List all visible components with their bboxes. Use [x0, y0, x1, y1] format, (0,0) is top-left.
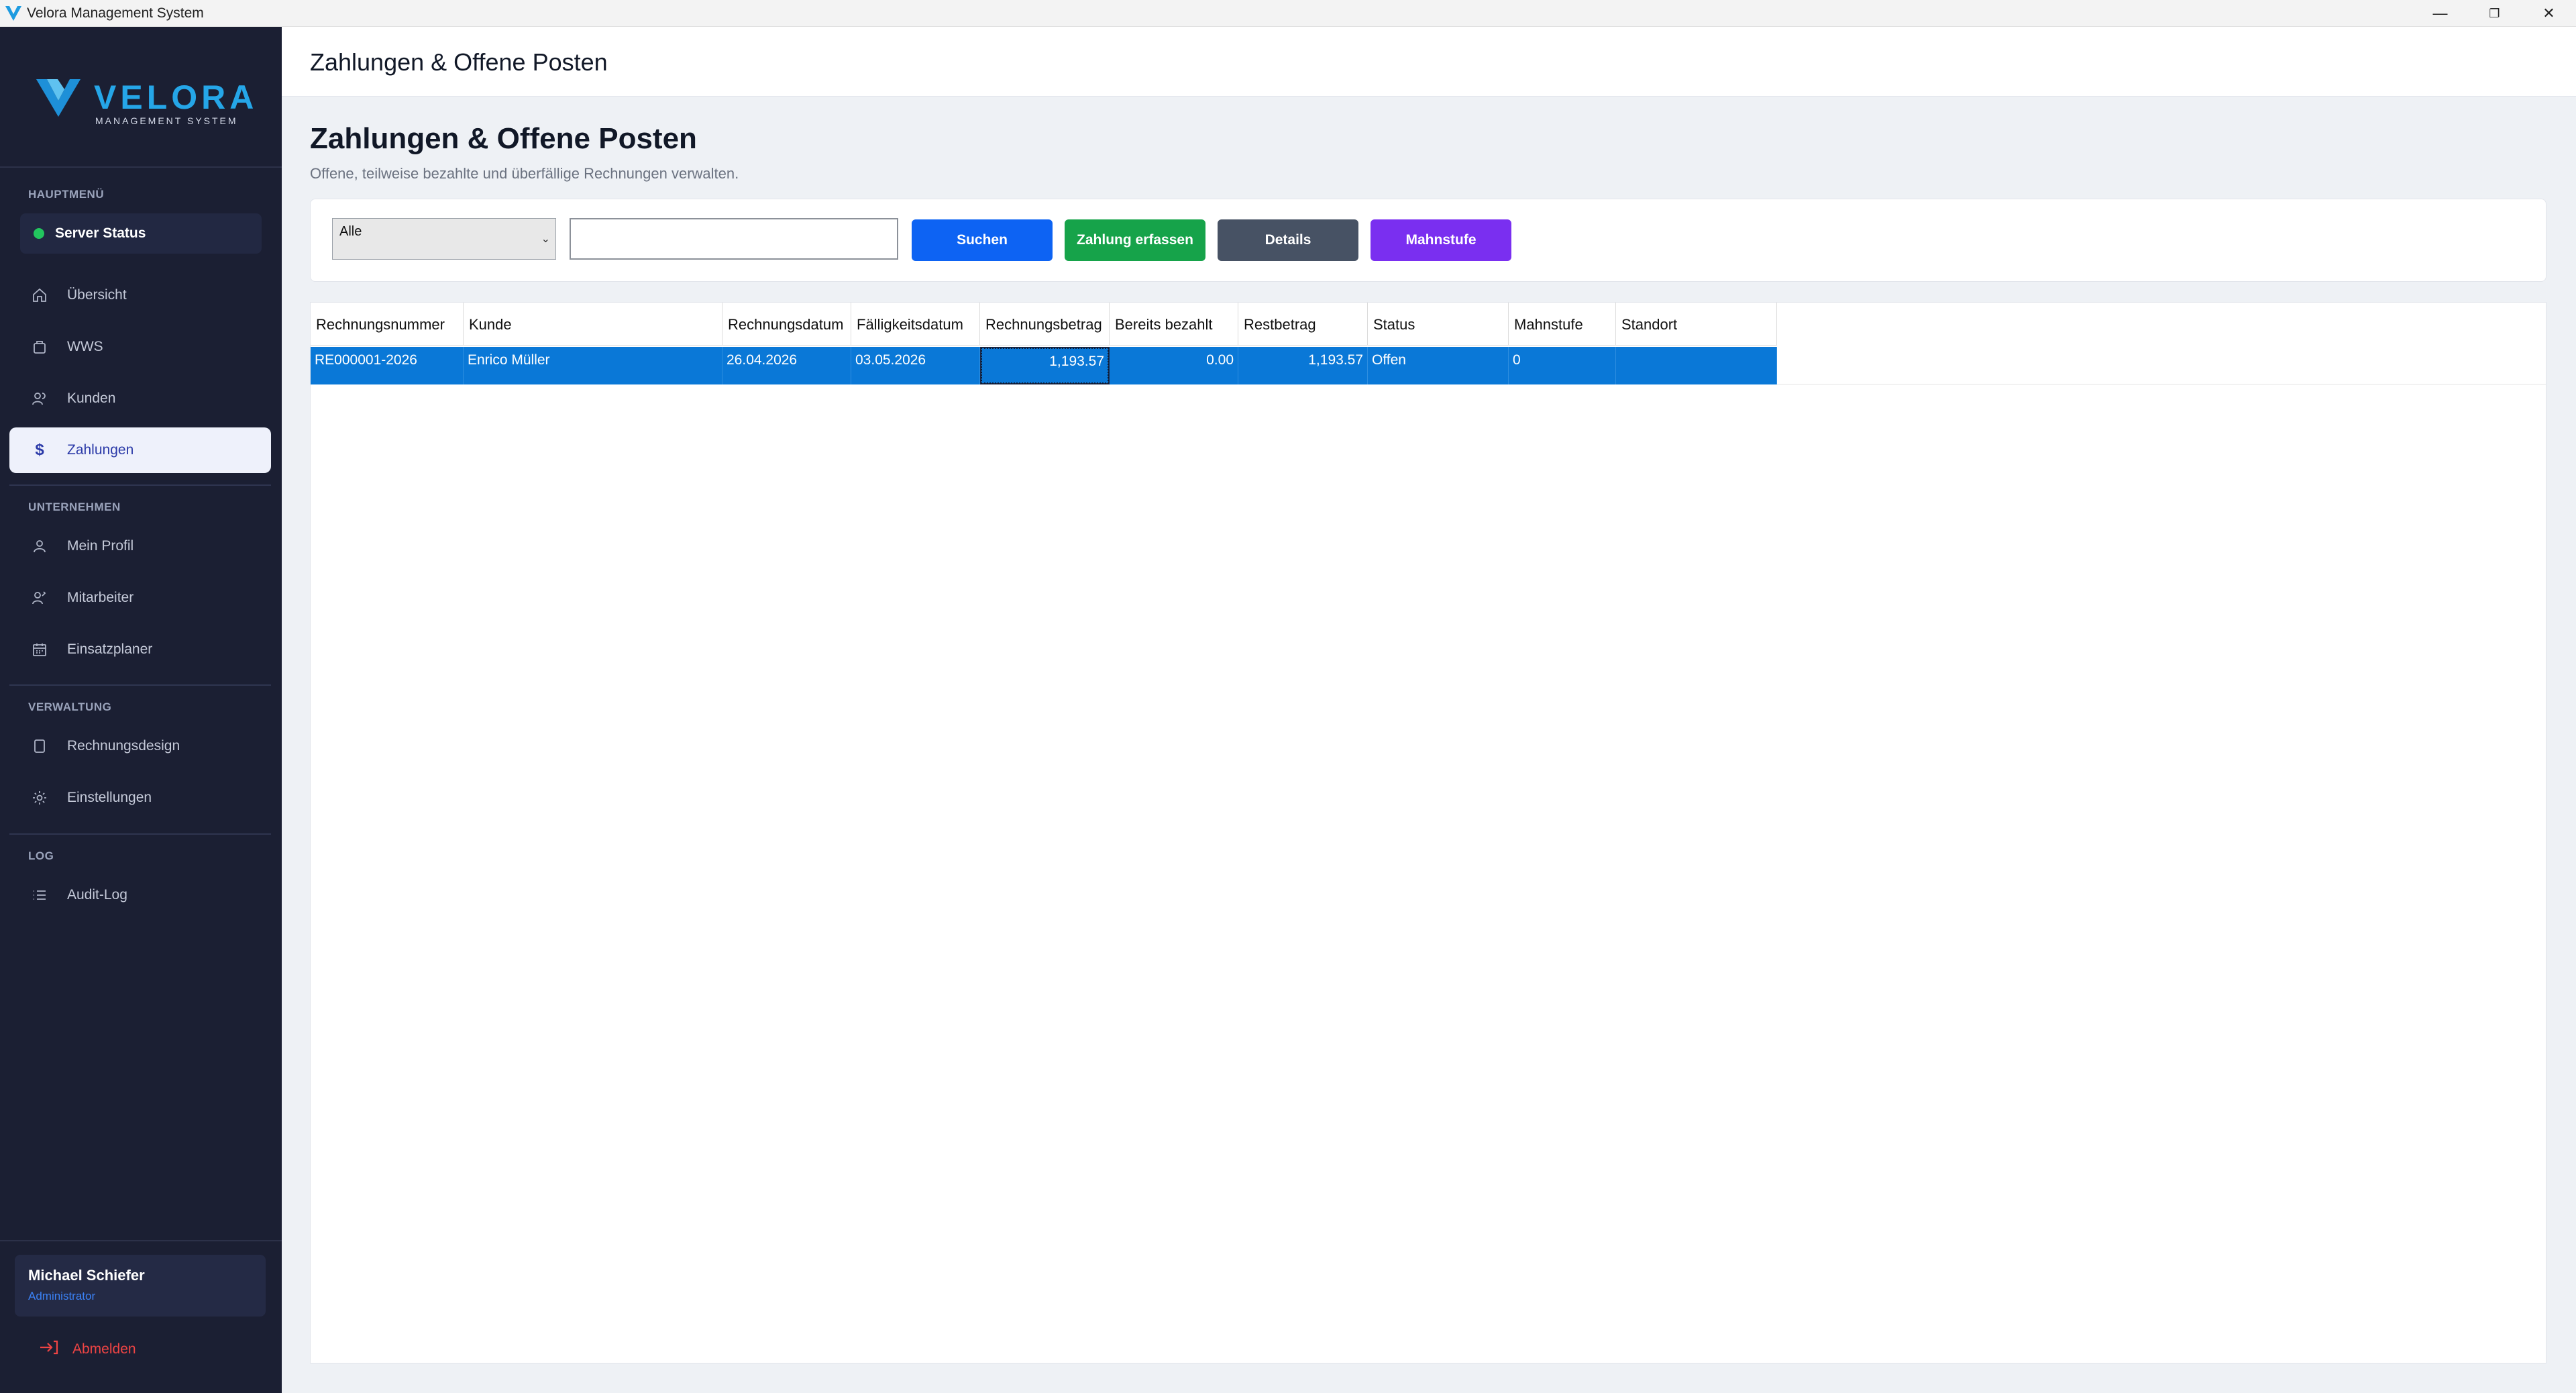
column-header-invoice-date[interactable]: Rechnungsdatum	[722, 303, 851, 346]
calendar-icon	[30, 639, 50, 660]
list-icon	[30, 885, 50, 905]
cell-status[interactable]: Offen	[1368, 347, 1509, 384]
dunning-level-button[interactable]: Mahnstufe	[1371, 219, 1511, 261]
sidebar-item-label: Übersicht	[67, 287, 127, 303]
sidebar-divider	[9, 684, 271, 686]
user-icon	[30, 536, 50, 556]
page-title: Zahlungen & Offene Posten	[310, 122, 697, 155]
sidebar-divider	[0, 1240, 282, 1241]
section-label-admin: VERWALTUNG	[28, 701, 112, 713]
section-label-log: LOG	[28, 849, 54, 862]
table-row[interactable]: RE000001-2026 Enrico Müller 26.04.2026 0…	[311, 347, 2546, 384]
column-header-status[interactable]: Status	[1368, 303, 1509, 346]
sidebar-item-label: Mein Profil	[67, 538, 134, 554]
sidebar-item-label: Kunden	[67, 391, 116, 406]
sidebar-item-wws[interactable]: WWS	[9, 324, 271, 370]
brand-name: VELORA	[94, 79, 258, 116]
logout-icon	[39, 1339, 59, 1359]
logout-button[interactable]: Abmelden	[39, 1339, 136, 1359]
sidebar-item-label: Einsatzplaner	[67, 641, 153, 657]
column-header-invoice-number[interactable]: Rechnungsnummer	[311, 303, 464, 346]
dollar-icon: $	[35, 441, 44, 459]
restore-button[interactable]: ❐	[2467, 0, 2522, 27]
brand-tagline: MANAGEMENT SYSTEM	[95, 115, 238, 126]
user-name: Michael Schiefer	[28, 1267, 145, 1284]
cell-invoice-number[interactable]: RE000001-2026	[311, 347, 464, 384]
sidebar-item-label: Audit-Log	[67, 887, 127, 902]
sidebar-item-label: Zahlungen	[67, 442, 134, 458]
sidebar-item-settings[interactable]: Einstellungen	[9, 775, 271, 821]
minimize-button[interactable]: —	[2413, 0, 2467, 27]
section-label-main: HAUPTMENÜ	[28, 188, 105, 201]
cell-paid[interactable]: 0.00	[1110, 347, 1238, 384]
users-icon	[30, 389, 50, 409]
user-card[interactable]: Michael Schiefer Administrator	[15, 1255, 266, 1317]
main-header: Zahlungen & Offene Posten	[282, 27, 2576, 97]
grid-header-row: Rechnungsnummer Kunde Rechnungsdatum Fäl…	[311, 303, 1777, 346]
sidebar-item-label: Rechnungsdesign	[67, 738, 180, 754]
server-status[interactable]: Server Status	[20, 213, 262, 254]
column-header-due-date[interactable]: Fälligkeitsdatum	[851, 303, 980, 346]
cell-customer[interactable]: Enrico Müller	[464, 347, 722, 384]
cell-invoice-amount[interactable]: 1,193.57	[980, 347, 1110, 384]
sidebar-item-profile[interactable]: Mein Profil	[9, 523, 271, 569]
sidebar-divider	[9, 484, 271, 486]
server-status-label: Server Status	[55, 225, 146, 241]
column-header-remaining[interactable]: Restbetrag	[1238, 303, 1368, 346]
details-button[interactable]: Details	[1218, 219, 1358, 261]
status-filter-select[interactable]: Alle ⌄	[332, 218, 556, 260]
bag-icon	[30, 337, 50, 357]
column-header-location[interactable]: Standort	[1616, 303, 1777, 346]
status-online-icon	[34, 228, 44, 239]
page-subtitle: Offene, teilweise bezahlte und überfälli…	[310, 165, 739, 182]
column-header-paid[interactable]: Bereits bezahlt	[1110, 303, 1238, 346]
invoice-grid: Rechnungsnummer Kunde Rechnungsdatum Fäl…	[310, 302, 2546, 1363]
velora-logo-icon	[36, 79, 80, 117]
header-title: Zahlungen & Offene Posten	[310, 48, 608, 76]
sidebar-item-invoice-design[interactable]: Rechnungsdesign	[9, 723, 271, 769]
filter-toolbar: Alle ⌄ Suchen Zahlung erfassen Details M…	[310, 199, 2546, 282]
sidebar-item-employees[interactable]: Mitarbeiter	[9, 575, 271, 621]
chevron-down-icon: ⌄	[541, 234, 550, 245]
cell-location[interactable]	[1616, 347, 1777, 384]
column-header-customer[interactable]: Kunde	[464, 303, 722, 346]
sidebar-item-scheduler[interactable]: Einsatzplaner	[9, 627, 271, 672]
home-icon	[30, 285, 50, 305]
row-filler	[1777, 347, 2546, 384]
search-input[interactable]	[570, 218, 898, 260]
sidebar: VELORA MANAGEMENT SYSTEM HAUPTMENÜ Serve…	[0, 27, 282, 1393]
window-titlebar: Velora Management System — ❐ ✕	[0, 0, 2576, 27]
document-icon	[30, 736, 50, 756]
cell-invoice-date[interactable]: 26.04.2026	[722, 347, 851, 384]
sidebar-item-label: Einstellungen	[67, 790, 152, 805]
sidebar-item-payments[interactable]: $ Zahlungen	[9, 427, 271, 473]
record-payment-button[interactable]: Zahlung erfassen	[1065, 219, 1205, 261]
app-logo-icon	[0, 0, 27, 27]
column-header-dunning-level[interactable]: Mahnstufe	[1509, 303, 1616, 346]
logout-label: Abmelden	[72, 1341, 136, 1357]
search-button[interactable]: Suchen	[912, 219, 1053, 261]
gear-icon	[30, 788, 50, 808]
cell-remaining[interactable]: 1,193.57	[1238, 347, 1368, 384]
status-filter-value: Alle	[339, 224, 362, 239]
column-header-invoice-amount[interactable]: Rechnungsbetrag	[980, 303, 1110, 346]
close-button[interactable]: ✕	[2522, 0, 2576, 27]
sidebar-item-label: WWS	[67, 339, 103, 354]
user-role: Administrator	[28, 1290, 96, 1302]
cell-dunning-level[interactable]: 0	[1509, 347, 1616, 384]
sidebar-item-customers[interactable]: Kunden	[9, 376, 271, 421]
sidebar-item-overview[interactable]: Übersicht	[9, 272, 271, 318]
section-label-company: UNTERNEHMEN	[28, 501, 121, 513]
brand-logo: VELORA MANAGEMENT SYSTEM	[0, 27, 282, 168]
sidebar-divider	[9, 833, 271, 835]
staff-icon	[30, 588, 50, 608]
sidebar-item-audit-log[interactable]: Audit-Log	[9, 872, 271, 918]
cell-due-date[interactable]: 03.05.2026	[851, 347, 980, 384]
sidebar-item-label: Mitarbeiter	[67, 590, 134, 605]
window-title: Velora Management System	[27, 5, 204, 21]
